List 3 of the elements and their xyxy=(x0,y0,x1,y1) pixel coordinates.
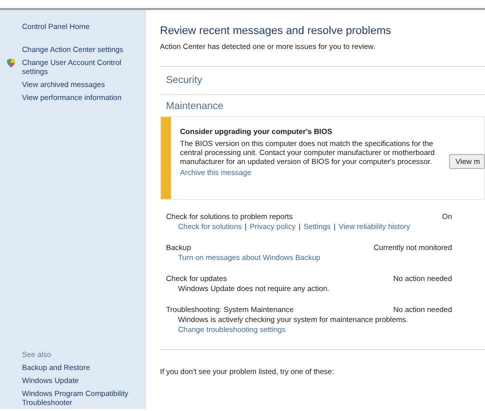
section-heading[interactable]: Security xyxy=(166,73,485,88)
section-heading[interactable]: Maintenance xyxy=(166,99,485,114)
page-title: Review recent messages and resolve problems xyxy=(160,25,392,38)
